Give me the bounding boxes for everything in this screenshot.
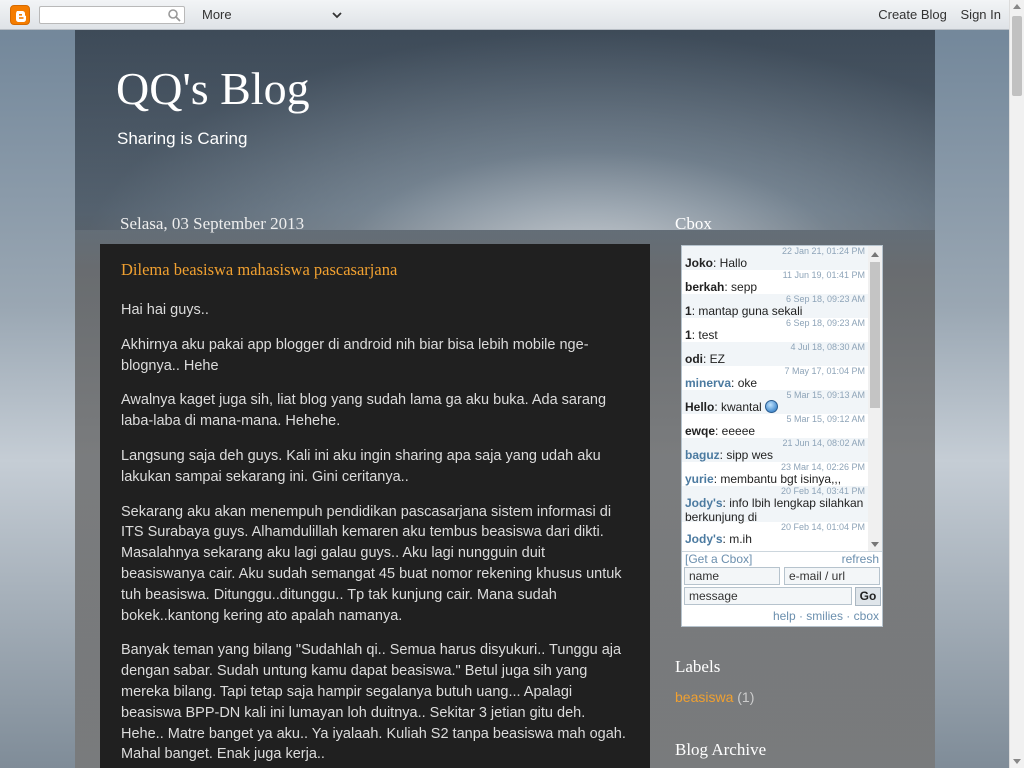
message-author-link[interactable]: baguz: [685, 448, 720, 462]
cbox-message-field[interactable]: message: [684, 587, 852, 605]
message-author-link[interactable]: Jody's: [685, 532, 723, 546]
cbox-post-form: [Get a Cbox] refresh name e-mail / url m…: [682, 551, 882, 626]
message-timestamp: 23 Mar 14, 02:26 PM: [780, 462, 865, 472]
message-timestamp: 4 Jul 18, 08:30 AM: [790, 342, 865, 352]
scroll-down-arrow-icon[interactable]: [1013, 759, 1021, 764]
more-label: More: [202, 7, 232, 22]
post-paragraph: Akhirnya aku pakai app blogger di androi…: [121, 336, 589, 374]
message-timestamp: 7 May 17, 01:04 PM: [784, 366, 865, 376]
more-dropdown[interactable]: More: [202, 6, 344, 24]
message-text: : test: [691, 328, 718, 342]
post-date-header: Selasa, 03 September 2013: [120, 214, 305, 233]
message-text: : m.ih: [722, 532, 752, 546]
blogger-logo-icon[interactable]: [10, 5, 30, 25]
cbox-footer-links: help · smilies · cbox: [772, 609, 879, 623]
cbox-message: 6 Sep 18, 09:23 AM 1: mantap guna sekali: [682, 294, 868, 318]
cbox-scroll-thumb[interactable]: [870, 262, 880, 408]
blog-post: Dilema beasiswa mahasiswa pascasarjana H…: [100, 244, 650, 768]
page-scrollbar[interactable]: [1009, 0, 1024, 768]
navbar-right-links: Create Blog Sign In: [868, 7, 1001, 22]
cbox-widget: 22 Jan 21, 01:24 PM Joko: Hallo 11 Jun 1…: [681, 245, 883, 627]
message-author: 1: [685, 304, 692, 318]
post-body: Hai hai guys.. Akhirnya aku pakai app bl…: [121, 300, 631, 768]
message-text: : sepp: [724, 280, 758, 294]
cbox-message: 11 Jun 19, 01:41 PM berkah: sepp: [682, 270, 868, 294]
label-count: (1): [737, 689, 755, 705]
message-timestamp: 6 Sep 18, 09:23 AM: [785, 318, 865, 328]
blog-description: Sharing is Caring: [117, 129, 248, 148]
cbox-message: 20 Feb 14, 01:04 PM Jody's: m.ih: [682, 522, 868, 546]
message-author: odi: [685, 352, 703, 366]
message-text: : membantu bgt isinya,,,: [713, 472, 842, 486]
cbox-scrollbar[interactable]: [868, 246, 882, 551]
post-paragraph: Banyak teman yang bilang "Sudahlah qi.. …: [121, 642, 626, 763]
refresh-link[interactable]: refresh: [842, 552, 879, 566]
get-cbox-link[interactable]: [Get a Cbox]: [685, 552, 752, 566]
message-text: : eeeee: [715, 424, 756, 438]
cbox-message: 5 Mar 15, 09:13 AM Hello: kwantal: [682, 390, 868, 414]
cbox-go-button[interactable]: Go: [855, 587, 881, 606]
post-paragraph: Hai hai guys..: [121, 302, 209, 318]
cbox-widget-title: Cbox: [675, 214, 712, 233]
cbox-message: 4 Jul 18, 08:30 AM odi: EZ: [682, 342, 868, 366]
message-text: : mantap guna sekali: [691, 304, 803, 318]
message-timestamp: 22 Jan 21, 01:24 PM: [781, 246, 865, 256]
message-text: : kwantal: [714, 400, 762, 414]
message-timestamp: 5 Mar 15, 09:12 AM: [786, 414, 865, 424]
post-paragraph: Langsung saja deh guys. Kali ini aku ing…: [121, 447, 601, 485]
post-paragraph: Awalnya kaget juga sih, liat blog yang s…: [121, 392, 607, 430]
message-timestamp: 20 Feb 14, 01:04 PM: [780, 522, 865, 532]
scroll-down-arrow-icon[interactable]: [871, 542, 879, 547]
archive-widget-title: Blog Archive: [675, 740, 767, 759]
navbar-search-input[interactable]: [39, 6, 185, 24]
message-author-link[interactable]: minerva: [685, 376, 731, 390]
message-author: berkah: [685, 280, 725, 294]
message-timestamp: 21 Jun 14, 08:02 AM: [782, 438, 865, 448]
help-link[interactable]: help: [773, 609, 796, 623]
smiley-icon: [764, 400, 778, 413]
cbox-link[interactable]: cbox: [854, 609, 879, 623]
message-author: 1: [685, 328, 692, 342]
labels-widget-title: Labels: [675, 657, 721, 676]
scroll-up-arrow-icon[interactable]: [871, 252, 879, 257]
post-paragraph: Sekarang aku akan menempuh pendidikan pa…: [121, 503, 622, 624]
message-text: : Hallo: [713, 256, 748, 270]
sign-in-link[interactable]: Sign In: [961, 7, 1001, 22]
cbox-email-field[interactable]: e-mail / url: [784, 567, 880, 585]
cbox-message: 22 Jan 21, 01:24 PM Joko: Hallo: [682, 246, 868, 270]
cbox-message-list[interactable]: 22 Jan 21, 01:24 PM Joko: Hallo 11 Jun 1…: [682, 246, 868, 551]
message-author: Joko: [685, 256, 714, 270]
smilies-link[interactable]: smilies: [806, 609, 843, 623]
message-author-link[interactable]: yurie: [685, 472, 714, 486]
message-author-link[interactable]: Jody's: [685, 496, 723, 510]
message-timestamp: 20 Feb 14, 03:41 PM: [780, 486, 865, 496]
cbox-name-field[interactable]: name: [684, 567, 780, 585]
create-blog-link[interactable]: Create Blog: [878, 7, 947, 22]
message-text: : oke: [731, 376, 758, 390]
message-author: ewqe: [685, 424, 716, 438]
label-item: beasiswa (1): [675, 689, 754, 705]
post-title[interactable]: Dilema beasiswa mahasiswa pascasarjana: [121, 260, 397, 280]
search-icon[interactable]: [167, 8, 181, 22]
cbox-message: 23 Mar 14, 02:26 PM yurie: membantu bgt …: [682, 462, 868, 486]
message-timestamp: 11 Jun 19, 01:41 PM: [782, 270, 865, 280]
message-timestamp: 5 Mar 15, 09:13 AM: [786, 390, 865, 400]
cbox-message: 6 Sep 18, 09:23 AM 1: test: [682, 318, 868, 342]
cbox-message: 21 Jun 14, 08:02 AM baguz: sipp wes: [682, 438, 868, 462]
cbox-message: 5 Mar 15, 09:12 AM ewqe: eeeee: [682, 414, 868, 438]
cbox-message: 20 Feb 14, 03:41 PM Jody's: info lbih le…: [682, 486, 868, 524]
message-text: : EZ: [703, 352, 726, 366]
label-link[interactable]: beasiswa: [675, 689, 733, 705]
message-text: : sipp wes: [719, 448, 774, 462]
page-scroll-thumb[interactable]: [1012, 16, 1022, 96]
blogger-navbar: More Create Blog Sign In: [0, 0, 1009, 30]
message-timestamp: 6 Sep 18, 09:23 AM: [785, 294, 865, 304]
cbox-message: 7 May 17, 01:04 PM minerva: oke: [682, 366, 868, 390]
scroll-up-arrow-icon[interactable]: [1013, 4, 1021, 9]
message-author: Hello: [685, 400, 715, 414]
blog-title[interactable]: QQ's Blog: [116, 62, 310, 115]
chevron-down-icon: [332, 12, 342, 19]
